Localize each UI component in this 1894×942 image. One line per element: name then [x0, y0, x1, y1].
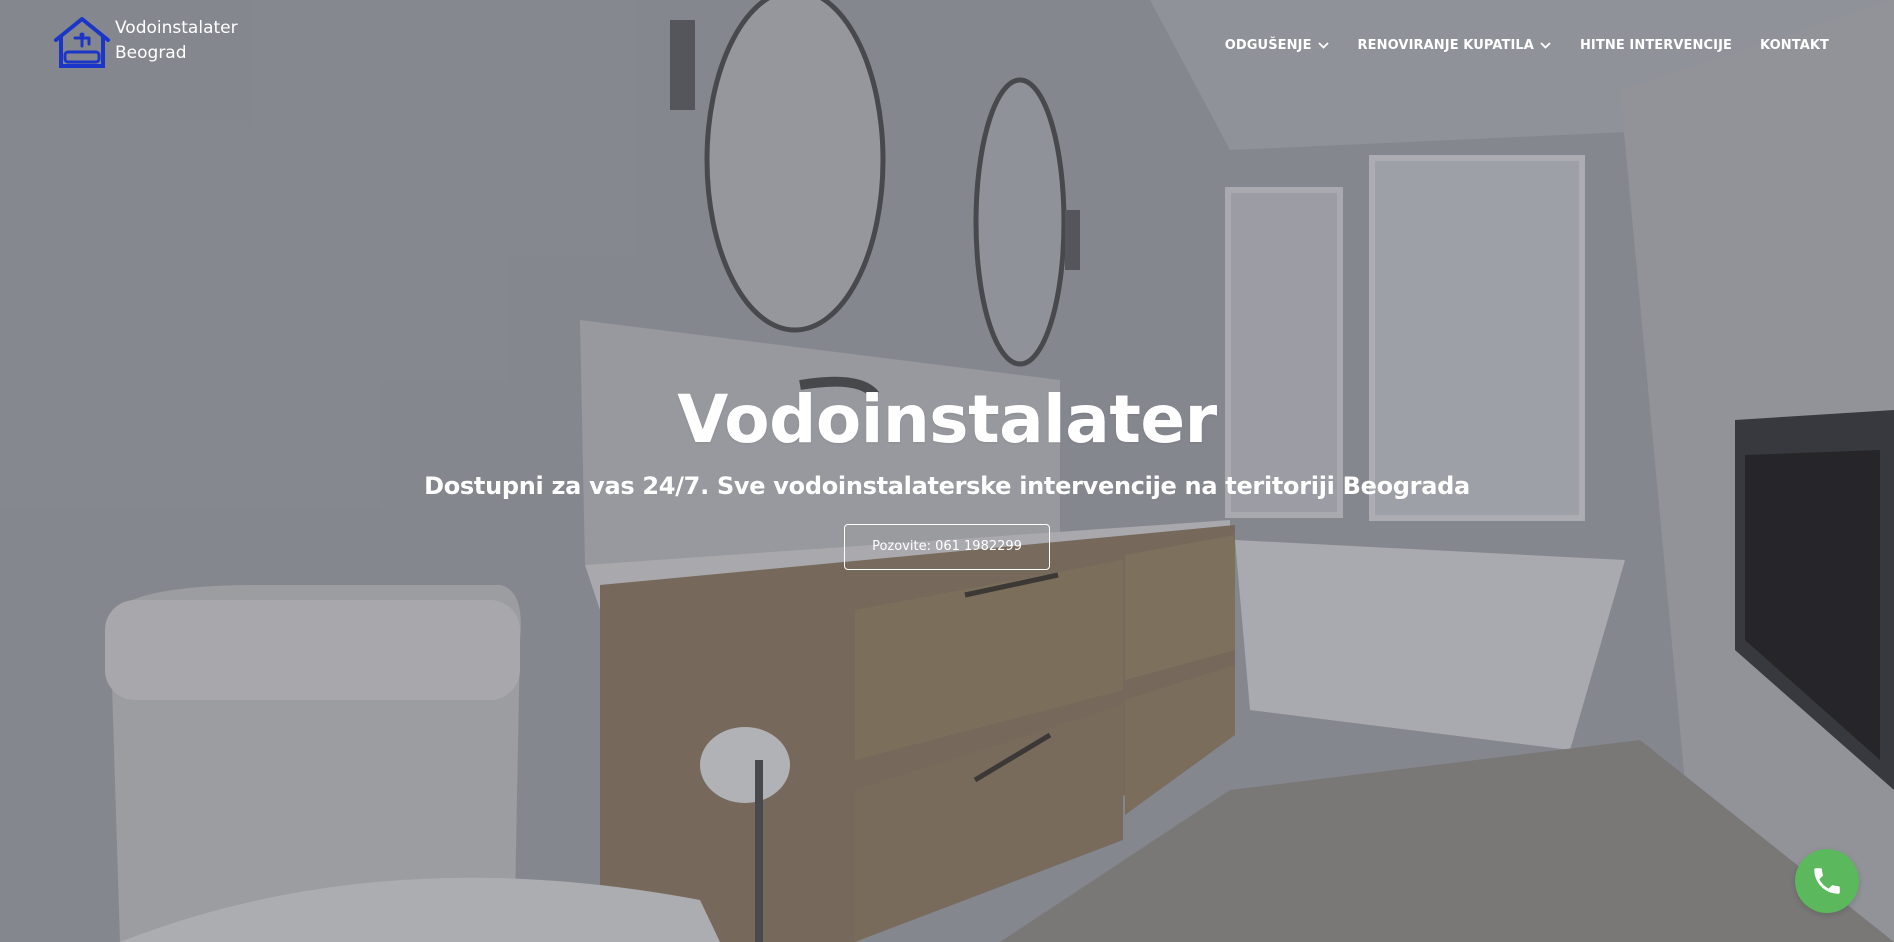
chevron-down-icon: [1540, 42, 1551, 49]
nav-item-label: RENOVIRANJE KUPATILA: [1357, 38, 1534, 53]
nav-item-kontakt[interactable]: KONTAKT: [1760, 38, 1829, 53]
hero-title: Vodoinstalater: [677, 381, 1217, 458]
call-cta-button[interactable]: Pozovite: 061 1982299: [844, 524, 1050, 570]
hero-subtitle: Dostupni za vas 24/7. Sve vodoinstalater…: [424, 472, 1470, 500]
nav-item-odgusenje[interactable]: ODGUŠENJE: [1225, 38, 1330, 53]
brand-name-line1: Vodoinstalater: [115, 18, 238, 38]
hero-content: Vodoinstalater Dostupni za vas 24/7. Sve…: [0, 380, 1894, 570]
floating-call-button[interactable]: [1795, 849, 1859, 913]
nav-item-hitne-intervencije[interactable]: HITNE INTERVENCIJE: [1580, 38, 1732, 53]
brand-name-line2: Beograd: [115, 43, 187, 63]
main-nav: ODGUŠENJE RENOVIRANJE KUPATILA HITNE INT…: [1225, 38, 1829, 53]
nav-item-label: HITNE INTERVENCIJE: [1579, 38, 1733, 53]
nav-item-label: KONTAKT: [1760, 38, 1829, 53]
chevron-down-icon: [1317, 42, 1329, 49]
nav-item-label: ODGUŠENJE: [1224, 38, 1312, 53]
nav-item-renoviranje-kupatila[interactable]: RENOVIRANJE KUPATILA: [1358, 38, 1552, 53]
brand-name: Vodoinstalater Beograd: [115, 16, 238, 66]
house-faucet-icon: [54, 17, 110, 68]
phone-icon: [1814, 868, 1840, 894]
site-header: Vodoinstalater Beograd ODGUŠENJE RENOVIR…: [0, 0, 1894, 100]
site-logo[interactable]: Vodoinstalater Beograd: [53, 16, 238, 70]
